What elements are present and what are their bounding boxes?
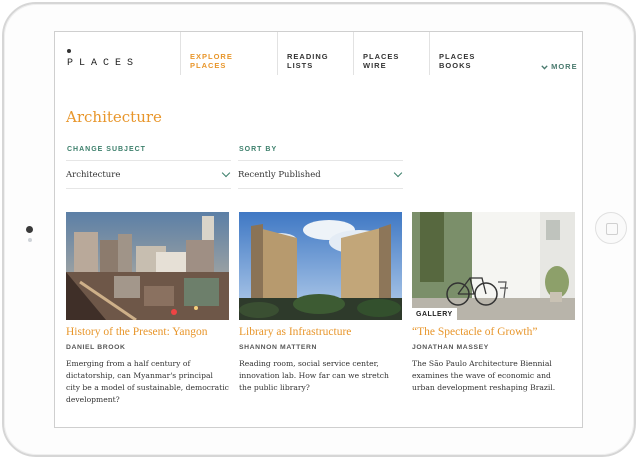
nav-places-books[interactable]: PLACES BOOKS: [429, 32, 529, 75]
logo-dot: [67, 49, 71, 53]
article-description: Reading room, social service center, inn…: [239, 359, 389, 392]
article-description: The São Paulo Architecture Biennial exam…: [412, 359, 556, 392]
subject-select[interactable]: Architecture: [66, 160, 231, 189]
more-menu-button[interactable]: MORE: [541, 62, 578, 71]
article-image-yangon[interactable]: [66, 212, 229, 320]
chevron-down-icon: [541, 64, 548, 70]
article-image-spectacle[interactable]: GALLERY: [412, 212, 575, 320]
article-title[interactable]: History of the Present: Yangon: [66, 326, 229, 338]
article-card[interactable]: GALLERY “The Spectacle of Growth” JONATH…: [412, 212, 575, 394]
article-card[interactable]: Library as Infrastructure SHANNON MATTER…: [239, 212, 402, 394]
nav-label-line1: PLACES: [439, 52, 476, 61]
sensor-icon: [28, 238, 32, 242]
gallery-badge: GALLERY: [412, 308, 457, 320]
sort-select[interactable]: Recently Published: [238, 160, 403, 189]
article-title[interactable]: Library as Infrastructure: [239, 326, 402, 338]
places-logo[interactable]: PLACES: [67, 58, 139, 69]
nav-explore-places[interactable]: EXPLORE PLACES: [180, 32, 280, 75]
nav-label-line1: EXPLORE: [190, 52, 233, 61]
sort-by-label: SORT BY: [239, 146, 278, 153]
nav-label-line2: BOOKS: [439, 61, 472, 70]
sort-value: Recently Published: [238, 170, 321, 180]
home-button[interactable]: [595, 212, 627, 244]
chevron-down-icon: [393, 168, 403, 178]
article-image-library[interactable]: [239, 212, 402, 320]
app-screen: PLACES EXPLORE PLACES READING LISTS PLAC…: [54, 31, 583, 428]
article-author[interactable]: DANIEL BROOK: [66, 344, 229, 351]
home-square-icon: [606, 223, 618, 235]
chevron-down-icon: [221, 168, 231, 178]
page-title: Architecture: [66, 108, 162, 126]
change-subject-label: CHANGE SUBJECT: [67, 146, 146, 153]
nav-label-line2: PLACES: [190, 61, 227, 70]
article-title[interactable]: “The Spectacle of Growth”: [412, 326, 575, 338]
subject-value: Architecture: [66, 170, 121, 180]
article-description: Emerging from a half century of dictator…: [66, 359, 229, 404]
top-nav: PLACES EXPLORE PLACES READING LISTS PLAC…: [55, 32, 582, 75]
more-label: MORE: [551, 62, 578, 71]
article-author[interactable]: SHANNON MATTERN: [239, 344, 402, 351]
camera-icon: [26, 226, 33, 233]
article-author[interactable]: JONATHAN MASSEY: [412, 344, 575, 351]
article-card[interactable]: History of the Present: Yangon DANIEL BR…: [66, 212, 229, 406]
